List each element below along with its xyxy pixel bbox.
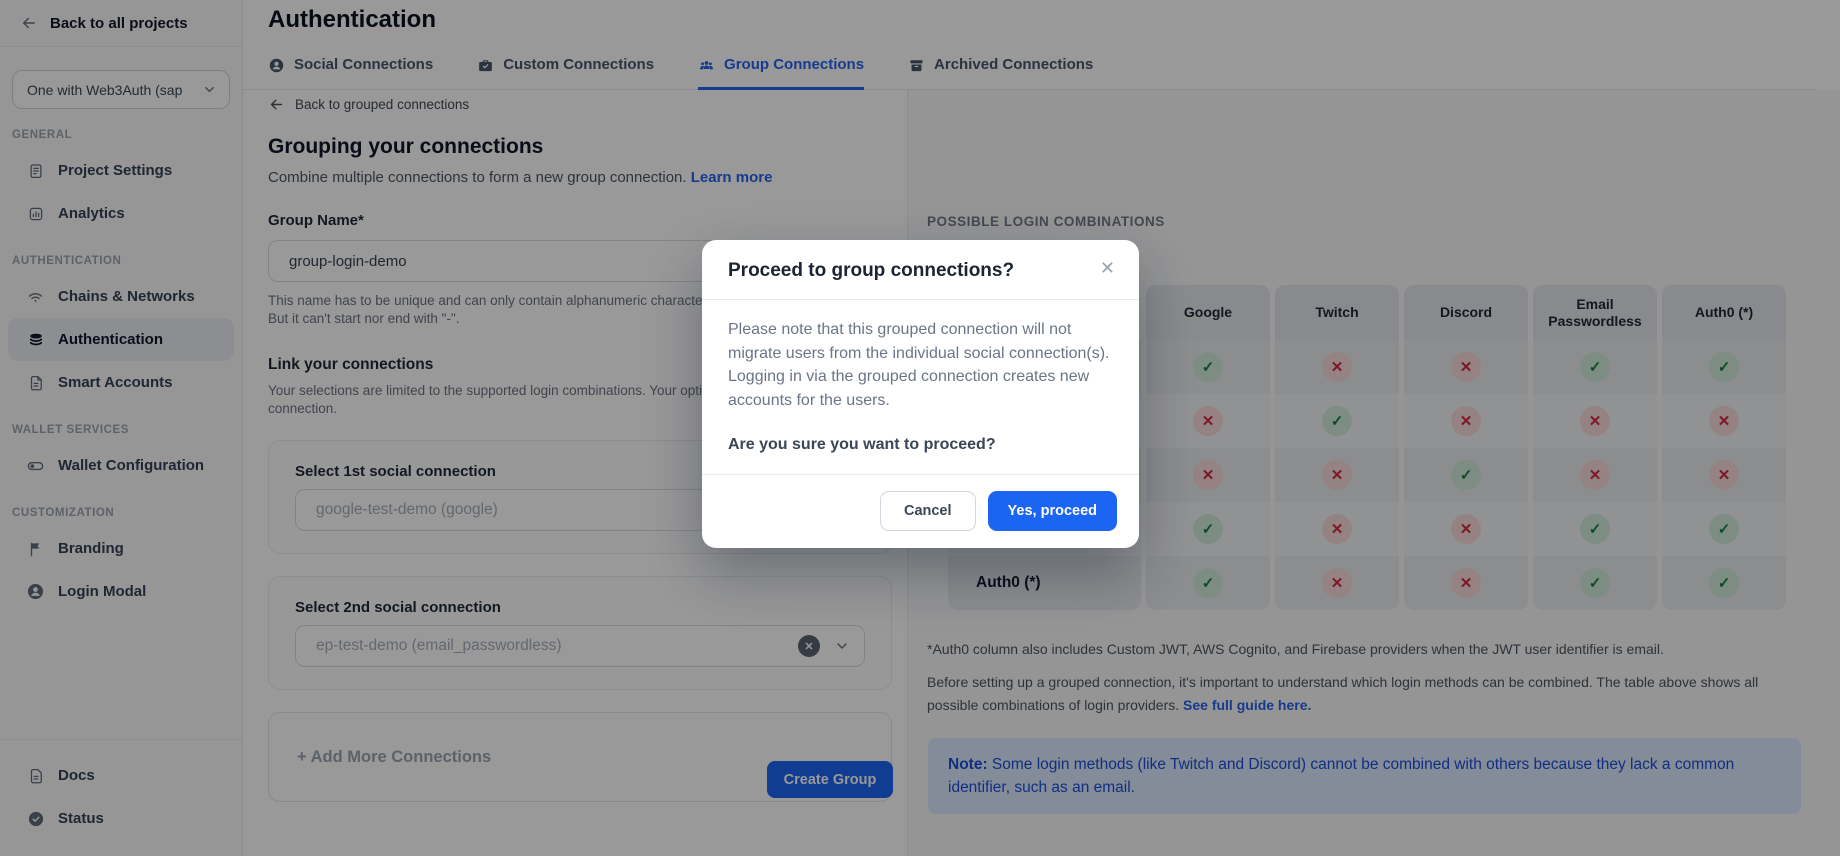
yes-proceed-button[interactable]: Yes, proceed [988,491,1117,531]
cancel-button[interactable]: Cancel [880,491,976,531]
modal-footer: Cancel Yes, proceed [702,475,1139,548]
proceed-modal: Proceed to group connections? ✕ Please n… [702,240,1139,548]
modal-confirm-question: Are you sure you want to proceed? [728,436,1113,454]
modal-body: Please note that this grouped connection… [702,300,1139,474]
close-icon[interactable]: ✕ [1096,255,1119,281]
modal-title: Proceed to group connections? [728,260,1113,282]
modal-header: Proceed to group connections? ✕ [702,240,1139,299]
modal-message: Please note that this grouped connection… [728,318,1113,412]
